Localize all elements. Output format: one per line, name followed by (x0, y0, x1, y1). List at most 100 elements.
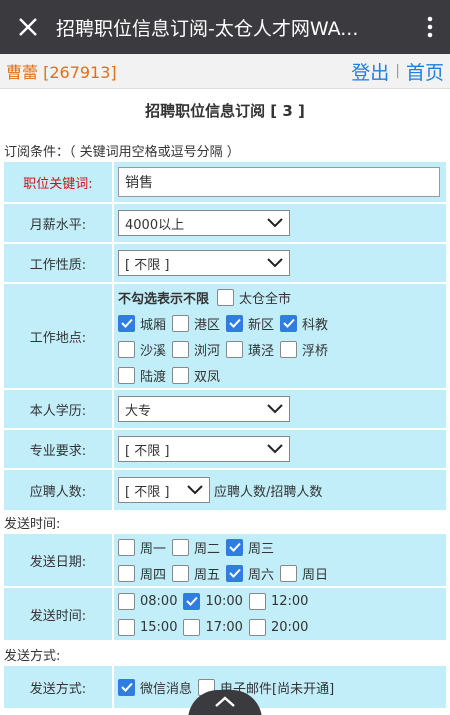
job-type-label: 工作性质: (2, 242, 114, 284)
day-checkbox[interactable]: 周四 (118, 564, 166, 583)
location-checkbox[interactable]: 新区 (226, 314, 274, 333)
applicants-value: [ 不限 ] (125, 484, 170, 500)
location-checkbox[interactable]: 科教 (280, 314, 328, 333)
checkbox-label: 新区 (248, 317, 275, 333)
education-select[interactable]: 大专 (118, 396, 290, 422)
job-type-value: [ 不限 ] (125, 257, 170, 273)
hour-checkbox[interactable]: 20:00 (248, 618, 309, 636)
location-checkbox[interactable]: 城厢 (118, 314, 166, 333)
link-separator: | (395, 63, 400, 79)
major-value: [ 不限 ] (125, 443, 170, 459)
applicants-suffix: 应聘人数/招聘人数 (214, 484, 323, 500)
hour-checkbox[interactable]: 15:00 (118, 618, 178, 636)
more-button[interactable] (410, 0, 450, 54)
checkbox-icon (118, 564, 135, 582)
form-heading: 招聘职位信息订阅 [ 3 ] (145, 102, 305, 120)
checkbox-icon (118, 538, 135, 556)
day-checkbox[interactable]: 周五 (172, 564, 220, 583)
checkbox-icon (172, 340, 190, 358)
send-days-label: 发送日期: (2, 532, 114, 588)
checkbox-icon (118, 592, 135, 610)
salary-value: 4000以上 (125, 217, 185, 233)
checkbox-icon (280, 340, 298, 358)
education-value: 大专 (125, 403, 152, 419)
hour-checkbox[interactable]: 17:00 (183, 618, 243, 636)
logout-link[interactable]: 登出 (351, 58, 389, 85)
checkbox-icon (226, 340, 244, 358)
applicants-select[interactable]: [ 不限 ] (118, 477, 210, 503)
checkbox-icon (172, 366, 190, 384)
location-checkbox[interactable]: 双凤 (172, 366, 220, 385)
checkbox-icon (217, 288, 235, 306)
checkbox-label: 微信消息 (140, 681, 193, 697)
chevron-down-icon (187, 485, 203, 495)
send-time-section: 发送时间: (4, 517, 61, 532)
checkbox-icon (118, 340, 135, 358)
chevron-down-icon (267, 218, 283, 228)
checkbox-label: 周三 (248, 541, 275, 557)
hour-checkbox[interactable]: 10:00 (183, 592, 243, 610)
checkbox-label: 科教 (302, 317, 329, 333)
location-all-checkbox[interactable]: 太仓全市 (217, 288, 291, 307)
home-link[interactable]: 首页 (406, 58, 444, 85)
send-schedule-form: 发送日期: 周一 周二 周三 周四 周五 周六 周日 发送时间: 08:00 1… (2, 532, 448, 642)
checkbox-icon (172, 538, 190, 556)
checkbox-label: 20:00 (270, 619, 309, 635)
checkbox-checked-icon (183, 592, 201, 610)
send-hours-label: 发送时间: (2, 586, 114, 642)
user-bar: 曹蕾 [267913] 登出 | 首页 (0, 54, 450, 89)
day-checkbox[interactable]: 周一 (118, 538, 166, 557)
checkbox-label: 城厢 (140, 317, 167, 333)
location-checkbox[interactable]: 港区 (172, 314, 220, 333)
wechat-checkbox[interactable]: 微信消息 (118, 678, 192, 697)
job-type-select[interactable]: [ 不限 ] (118, 250, 290, 276)
location-hint: 不勾选表示不限 (118, 291, 210, 307)
checkbox-label: 08:00 (140, 593, 178, 609)
chevron-down-icon (267, 444, 283, 454)
checkbox-label: 璜泾 (248, 343, 275, 359)
checkbox-label: 周二 (194, 541, 221, 557)
day-checkbox[interactable]: 周六 (226, 564, 274, 583)
checkbox-label: 港区 (194, 317, 221, 333)
close-button[interactable] (0, 0, 56, 54)
checkbox-icon (248, 592, 266, 610)
checkbox-checked-icon (280, 314, 298, 332)
location-checkbox[interactable]: 璜泾 (226, 340, 274, 359)
day-checkbox[interactable]: 周二 (172, 538, 220, 557)
checkbox-label: 浏河 (194, 343, 221, 359)
location-checkbox[interactable]: 陆渡 (118, 366, 166, 385)
education-label: 本人学历: (2, 388, 114, 430)
close-icon (19, 18, 37, 36)
major-select[interactable]: [ 不限 ] (118, 436, 290, 462)
salary-select[interactable]: 4000以上 (118, 210, 290, 236)
checkbox-label: 15:00 (140, 619, 178, 635)
checkbox-checked-icon (226, 538, 244, 556)
checkbox-checked-icon (118, 678, 135, 696)
checkbox-label: 周四 (140, 567, 167, 583)
checkbox-checked-icon (226, 314, 244, 332)
send-method-label: 发送方式: (2, 664, 114, 710)
checkbox-label: 12:00 (270, 593, 309, 609)
checkbox-checked-icon (118, 314, 135, 332)
hour-checkbox[interactable]: 12:00 (248, 592, 309, 610)
location-checkbox[interactable]: 浮桥 (280, 340, 328, 359)
checkbox-label: 周日 (302, 567, 329, 583)
checkbox-label: 17:00 (205, 619, 243, 635)
day-checkbox[interactable]: 周三 (226, 538, 274, 557)
more-vertical-icon (427, 16, 433, 38)
day-checkbox[interactable]: 周日 (280, 564, 328, 583)
checkbox-icon (248, 618, 266, 636)
salary-label: 月薪水平: (2, 202, 114, 244)
chevron-down-icon (267, 258, 283, 268)
keyword-label: 职位关键词: (2, 160, 114, 204)
location-checkbox[interactable]: 浏河 (172, 340, 220, 359)
keyword-input[interactable]: 销售 (118, 167, 440, 197)
checkbox-label: 沙溪 (140, 343, 167, 359)
applicants-label: 应聘人数: (2, 468, 114, 512)
location-checkbox[interactable]: 沙溪 (118, 340, 166, 359)
page-title: 招聘职位信息订阅-太仓人才网WA... (56, 17, 359, 40)
chevron-down-icon (267, 404, 283, 414)
checkbox-icon (118, 366, 135, 384)
hour-checkbox[interactable]: 08:00 (118, 592, 178, 610)
checkbox-checked-icon (226, 564, 244, 582)
